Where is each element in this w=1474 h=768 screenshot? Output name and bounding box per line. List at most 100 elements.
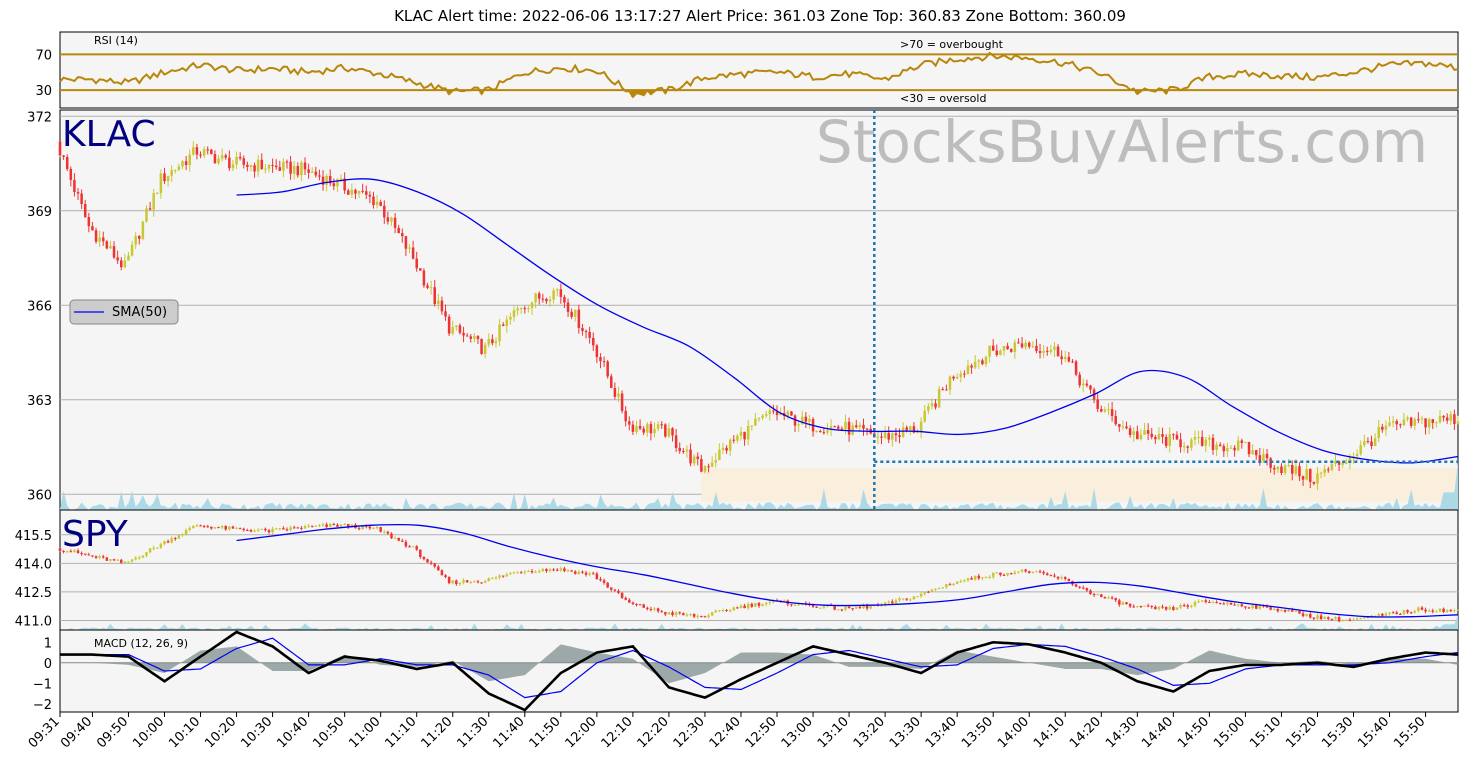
klac-candle-body [707,466,710,468]
spy-candle-body [754,602,757,607]
klac-candle-body [357,190,361,194]
klac-candle-body [826,430,829,433]
klac-candle-body [761,415,764,418]
x-tick-label: 10:40 [274,714,311,751]
klac-candle-body [1103,409,1107,412]
x-tick-label: 12:50 [743,714,780,751]
klac-candle-body [646,424,649,433]
klac-candle-body [624,410,627,422]
klac-candle-body [1233,447,1236,451]
spy-candle-body [1172,607,1175,610]
x-tick-label: 14:10 [1031,714,1068,751]
klac-candle-body [473,336,476,339]
spy-candle-body [667,612,671,615]
spy-candle-body [1280,609,1283,612]
klac-candle-body [253,165,256,172]
spy-candle-body [480,582,483,584]
klac-candle-body [300,162,303,176]
klac-candle-body [973,361,977,368]
spy-candle-body [476,581,480,583]
spy-candle-body [552,569,555,571]
klac-candle-body [1438,415,1442,423]
spy-candle-body [822,606,826,608]
klac-candle-body [591,337,595,346]
spy-candle-body [790,604,793,606]
klac-candle-body [1402,419,1406,426]
spy-candle-body [1027,571,1031,573]
klac-candle-body [1150,433,1153,438]
spy-candle-body [498,575,501,578]
spy-candle-body [210,526,213,529]
klac-candle-body [1359,445,1362,455]
klac-candle-body [1391,421,1395,423]
spy-candle-body [1193,602,1197,606]
klac-candle-body [963,373,966,375]
spy-candle-body [1103,596,1107,599]
x-tick-label: 15:20 [1283,714,1320,751]
spy-candle-body [1359,618,1362,620]
klac-candle-body [995,350,999,355]
spy-candle-body [1305,614,1308,617]
klac-candle-body [447,316,451,334]
klac-candle-body [570,311,573,317]
klac-candle-body [883,433,887,438]
spy-candle-body [123,561,127,563]
spy-candle-body [703,616,707,618]
spy-candle-body [1020,569,1024,572]
spy-candle-body [916,596,919,598]
klac-candle-body [1027,342,1031,347]
spy-candle-body [1164,607,1168,610]
klac-candle-body [303,162,307,170]
klac-candle-body [339,178,343,180]
spy-candle-body [1053,575,1056,577]
klac-candle-body [1215,444,1218,450]
spy-candle-body [1283,609,1287,612]
spy-candle-body [945,584,948,588]
klac-candle-body [512,310,516,318]
klac-candle-body [1287,465,1290,467]
klac-candle-body [692,456,696,464]
klac-candle-body [822,432,826,434]
spy-candle-body [101,556,105,558]
spy-candle-body [1215,602,1218,604]
spy-candle-body [357,528,361,530]
klac-candle-body [772,410,775,412]
klac-candle-body [1100,408,1103,412]
klac-candle-body [87,217,91,227]
klac-candle-body [682,451,685,453]
spy-candle-body [1013,572,1017,575]
spy-candle-body [483,581,487,583]
klac-candle-body [1388,422,1391,426]
klac-candle-body [685,449,689,452]
klac-y-tick: 369 [27,205,52,220]
spy-candle-body [1136,606,1139,608]
spy-candle-body [685,614,689,616]
spy-candle-body [995,572,999,574]
spy-candle-body [660,611,663,613]
klac-candle-body [440,300,444,312]
klac-candle-body [728,439,732,451]
klac-candle-body [267,165,271,169]
spy-candle-body [1388,612,1391,614]
spy-candle-body [977,575,981,579]
klac-candle-body [1366,441,1370,443]
macd-y-tick: 0 [44,657,52,672]
klac-candle-body [346,190,350,195]
spy-candle-body [1431,610,1435,612]
klac-candle-body [891,433,894,440]
klac-candle-body [498,324,501,342]
spy-candle-body [678,612,681,614]
x-tick-label: 15:40 [1355,714,1392,751]
spy-candle-body [1330,618,1334,620]
klac-candle-body [480,338,483,354]
spy-candle-body [1445,610,1449,612]
klac-candle-body [264,168,267,170]
klac-candle-body [1175,434,1179,440]
klac-candle-body [350,189,354,195]
spy-candle-body [941,587,945,589]
spy-candle-body [1406,610,1409,613]
klac-candle-body [1312,481,1316,484]
x-tick-label: 11:00 [346,714,383,751]
spy-candle-body [1211,602,1215,604]
x-tick-label: 11:40 [491,714,528,751]
